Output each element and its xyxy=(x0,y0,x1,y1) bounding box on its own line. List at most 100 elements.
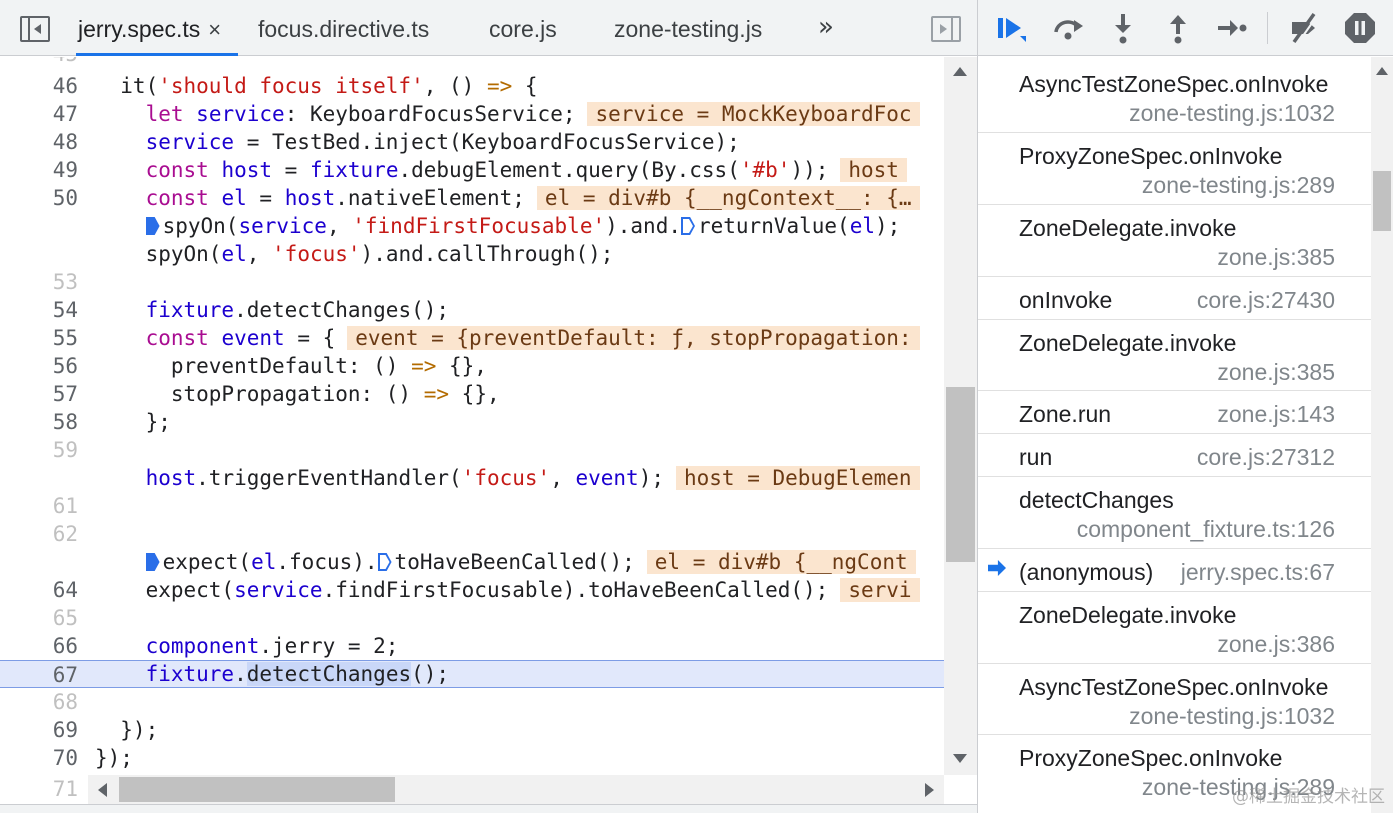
line-number[interactable]: 67 xyxy=(0,661,88,689)
deactivate-breakpoints-icon[interactable] xyxy=(1286,10,1322,46)
inline-value[interactable]: el = div#b {__ngCont xyxy=(646,550,916,574)
line-number[interactable]: 56 xyxy=(0,352,88,380)
scrollbar-thumb[interactable] xyxy=(119,777,395,802)
line-number[interactable]: 68 xyxy=(0,688,88,716)
code-text: spyOn(service, 'findFirstFocusable').and… xyxy=(95,212,900,240)
call-frame[interactable]: Zone.run zone.js:143 xyxy=(978,391,1371,434)
inline-breakpoint-icon[interactable] xyxy=(145,553,160,571)
scroll-right-icon[interactable] xyxy=(925,783,934,797)
call-frame[interactable]: ZoneDelegate.invoke zone.js:385 xyxy=(978,320,1371,391)
more-tabs-icon[interactable]: » xyxy=(818,12,834,42)
inline-breakpoint-icon[interactable] xyxy=(145,217,160,235)
frame-location[interactable]: zone.js:386 xyxy=(1217,631,1335,658)
breakpoint-marker[interactable]: 52 xyxy=(0,240,90,268)
line-number[interactable]: 46 xyxy=(0,72,88,100)
code-line: 63 expect(el.focus). toHaveBeenCalled(); e… xyxy=(0,548,944,576)
code-area[interactable]: 45 46 it('should focus itself', () => { … xyxy=(0,57,944,775)
code-text: host.triggerEventHandler('focus', event)… xyxy=(95,464,920,492)
line-number[interactable]: 57 xyxy=(0,380,88,408)
inline-breakpoint-icon[interactable] xyxy=(377,553,392,571)
frame-location[interactable]: zone.js:385 xyxy=(1217,244,1335,271)
step-icon[interactable] xyxy=(1214,10,1250,46)
call-frame[interactable]: run core.js:27312 xyxy=(978,434,1371,477)
toggle-navigator-icon[interactable] xyxy=(20,16,50,42)
line-number[interactable]: 48 xyxy=(0,128,88,156)
frame-location[interactable]: zone-testing.js:1032 xyxy=(1129,100,1335,127)
code-line: 45 xyxy=(0,57,944,68)
pause-on-exceptions-icon[interactable] xyxy=(1342,10,1378,46)
scroll-up-icon[interactable] xyxy=(953,67,967,76)
frame-location[interactable]: zone.js:143 xyxy=(1217,401,1335,428)
breakpoint-marker[interactable]: 51 xyxy=(0,212,90,240)
frame-location[interactable]: component_fixture.ts:126 xyxy=(1077,516,1335,543)
line-number[interactable]: 69 xyxy=(0,716,88,744)
line-number[interactable]: 71 xyxy=(0,775,88,804)
close-tab-icon[interactable]: × xyxy=(208,17,221,42)
breakpoint-marker[interactable]: 63 xyxy=(0,548,90,576)
code-line: 50 const el = host.nativeElement; el = di… xyxy=(0,184,944,212)
line-number[interactable]: 54 xyxy=(0,296,88,324)
inline-breakpoint-icon[interactable] xyxy=(680,217,695,235)
editor-vertical-scrollbar[interactable] xyxy=(944,57,977,775)
frame-location[interactable]: jerry.spec.ts:67 xyxy=(1181,559,1335,586)
line-number[interactable]: 50 xyxy=(0,184,88,212)
call-frame[interactable]: AsyncTestZoneSpec.onInvoke zone-testing.… xyxy=(978,57,1371,133)
frame-location[interactable]: core.js:27430 xyxy=(1197,287,1335,314)
frame-function: detectChanges xyxy=(1019,487,1174,513)
tab-jerry-spec[interactable]: jerry.spec.ts × xyxy=(76,0,238,56)
scrollbar-thumb[interactable] xyxy=(1373,171,1391,231)
inline-value[interactable]: host = DebugElemen xyxy=(676,466,920,490)
line-number[interactable]: 53 xyxy=(0,268,88,296)
inline-value[interactable]: service = MockKeyboardFoc xyxy=(587,102,920,126)
step-out-icon[interactable] xyxy=(1160,10,1196,46)
line-number[interactable]: 70 xyxy=(0,744,88,772)
call-frame[interactable]: onInvoke core.js:27430 xyxy=(978,277,1371,320)
line-number[interactable]: 58 xyxy=(0,408,88,436)
inline-value[interactable]: event = {preventDefault: ƒ, stopPropagat… xyxy=(347,326,920,350)
frame-location[interactable]: core.js:27312 xyxy=(1197,444,1335,471)
code-line: 46 it('should focus itself', () => { xyxy=(0,72,944,100)
call-frame[interactable]: AsyncTestZoneSpec.onInvoke zone-testing.… xyxy=(978,664,1371,735)
resume-icon[interactable] xyxy=(994,10,1030,46)
tab-zone-testing[interactable]: zone-testing.js xyxy=(614,0,762,56)
tab-label: jerry.spec.ts xyxy=(78,16,201,42)
toggle-debugger-icon[interactable] xyxy=(931,16,961,42)
tab-focus-directive[interactable]: focus.directive.ts xyxy=(258,0,429,56)
editor-horizontal-scrollbar[interactable] xyxy=(88,775,944,804)
line-number[interactable]: 49 xyxy=(0,156,88,184)
step-over-icon[interactable] xyxy=(1050,10,1086,46)
line-number[interactable]: 62 xyxy=(0,520,88,548)
inline-value[interactable]: host xyxy=(840,158,907,182)
scrollbar-thumb[interactable] xyxy=(946,387,975,562)
scroll-down-icon[interactable] xyxy=(953,754,967,763)
call-stack-scrollbar[interactable] xyxy=(1371,57,1393,813)
call-frame[interactable]: detectChanges component_fixture.ts:126 xyxy=(978,477,1371,549)
file-tab-bar: jerry.spec.ts × focus.directive.ts core.j… xyxy=(0,0,977,56)
scroll-left-icon[interactable] xyxy=(98,783,107,797)
inline-value[interactable]: el = div#b {__ngContext__: {… xyxy=(536,186,920,210)
frame-location[interactable]: zone.js:385 xyxy=(1217,359,1335,386)
code-line: 64 expect(service.findFirstFocusable).to… xyxy=(0,576,944,604)
line-number[interactable]: 65 xyxy=(0,604,88,632)
line-number[interactable]: 61 xyxy=(0,492,88,520)
line-number[interactable]: 64 xyxy=(0,576,88,604)
scroll-up-icon[interactable] xyxy=(1376,67,1388,75)
call-frame[interactable]: ZoneDelegate.invoke zone.js:386 xyxy=(978,592,1371,664)
line-number[interactable]: 45 xyxy=(0,57,88,68)
call-frame[interactable]: ZoneDelegate.invoke zone.js:385 xyxy=(978,205,1371,277)
step-into-icon[interactable] xyxy=(1105,10,1141,46)
line-number[interactable]: 66 xyxy=(0,632,88,660)
frame-location[interactable]: zone-testing.js:1032 xyxy=(1129,703,1335,730)
line-number[interactable]: 47 xyxy=(0,100,88,128)
inline-value[interactable]: servi xyxy=(840,578,920,602)
frame-location[interactable]: zone-testing.js:289 xyxy=(1142,172,1335,199)
line-number[interactable]: 59 xyxy=(0,436,88,464)
call-frame[interactable]: ProxyZoneSpec.onInvoke zone-testing.js:2… xyxy=(978,133,1371,205)
debugger-toolbar xyxy=(978,0,1393,56)
code-line: 62 xyxy=(0,520,944,548)
code-text: stopPropagation: () => {}, xyxy=(95,382,500,406)
call-frame-current[interactable]: (anonymous) jerry.spec.ts:67 xyxy=(978,549,1371,592)
line-number[interactable]: 55 xyxy=(0,324,88,352)
breakpoint-marker[interactable]: 60 xyxy=(0,464,90,492)
tab-core-js[interactable]: core.js xyxy=(489,0,557,56)
